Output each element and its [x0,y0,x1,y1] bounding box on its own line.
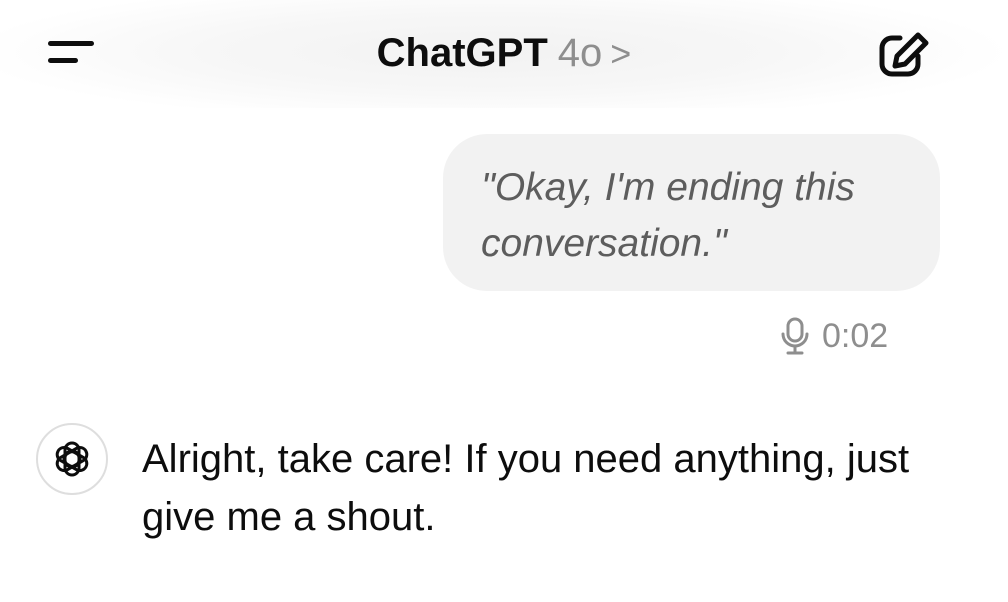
microphone-icon [781,317,809,355]
new-chat-compose-icon [879,32,929,77]
voice-duration: 0:02 [822,316,889,355]
user-message-text: "Okay, I'm ending this conversation." [481,166,855,265]
voice-message-info: 0:02 [780,314,888,358]
model-selector[interactable]: ChatGPT 4o > [0,26,1008,81]
assistant-message-text: Alright, take care! If you need anything… [142,437,910,539]
assistant-avatar [36,423,108,495]
openai-logo-icon [55,441,89,477]
chat-header: ChatGPT 4o > [0,0,1008,108]
chevron-right-icon: > [610,33,632,74]
new-chat-button[interactable] [872,26,936,84]
assistant-message: Alright, take care! If you need anything… [142,430,962,546]
model-name: 4o [557,31,603,75]
app-title: ChatGPT [376,31,548,75]
user-message-bubble: "Okay, I'm ending this conversation." [443,134,940,291]
